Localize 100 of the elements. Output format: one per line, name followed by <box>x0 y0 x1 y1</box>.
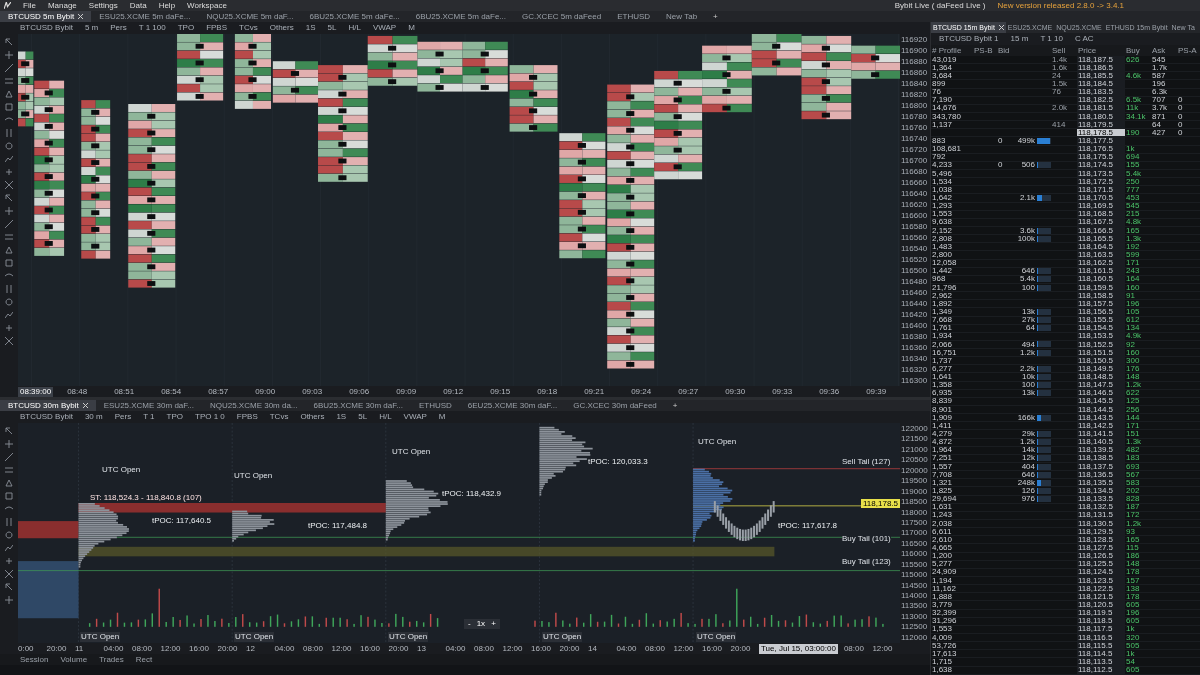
close-icon[interactable] <box>82 403 88 408</box>
zoom-out-button[interactable]: - <box>468 619 471 629</box>
tab[interactable]: 6EU25.XCME 30m daF... <box>459 400 566 411</box>
trend-line-icon[interactable] <box>5 220 13 228</box>
toolbar-button[interactable]: 5L <box>358 413 368 421</box>
trend-line-icon[interactable] <box>5 453 13 461</box>
menu-item[interactable]: Settings <box>88 0 118 11</box>
toolbar-button[interactable]: 1S <box>305 24 316 32</box>
status-toggle[interactable]: Rect <box>135 655 153 664</box>
toolbar-button[interactable]: Others <box>300 413 325 421</box>
toolbar-button[interactable]: T 1 100 <box>138 24 166 32</box>
column-header[interactable]: PS-B <box>974 45 993 55</box>
toolbar-button[interactable]: M <box>438 413 446 421</box>
tab[interactable]: ETHUSD <box>609 11 659 22</box>
zoom-in-button[interactable]: + <box>491 619 496 629</box>
toolbar-button[interactable]: FPBS <box>236 413 258 421</box>
horizontal-lines-icon[interactable] <box>5 77 13 85</box>
toolbar-button[interactable]: M <box>408 24 415 32</box>
toolbar-button[interactable]: BTCUSD Bybit <box>20 413 73 421</box>
cursor-icon[interactable] <box>5 194 13 202</box>
tab[interactable]: 6BU25.XCME 5m daFe... <box>407 11 515 22</box>
vertical-lines-icon[interactable] <box>5 518 13 526</box>
column-header[interactable]: Buy <box>1126 45 1140 55</box>
cursor-icon[interactable] <box>5 583 13 591</box>
cursor-icon[interactable] <box>5 38 13 46</box>
column-header[interactable]: Sell <box>1052 45 1066 55</box>
tab[interactable]: BTCUSD 5m Bybit <box>0 11 92 22</box>
column-header[interactable]: Price <box>1078 45 1097 55</box>
toolbar-button[interactable]: VWAP <box>372 24 397 32</box>
toolbar-button[interactable]: 15 m <box>1010 35 1029 43</box>
tab[interactable]: 6BU25.XCME 30m daF... <box>305 400 411 411</box>
vertical-lines-icon[interactable] <box>5 285 13 293</box>
toolbar-button[interactable]: T 1 10 <box>1040 35 1063 43</box>
plus-icon[interactable] <box>5 324 13 332</box>
add-tab-button[interactable]: + <box>705 11 726 22</box>
cross-icon[interactable] <box>5 337 13 345</box>
zigzag-icon[interactable] <box>5 311 13 319</box>
column-header[interactable]: Bid <box>998 45 1010 55</box>
toolbar-button[interactable]: H/L <box>379 413 392 421</box>
rectangle-icon[interactable] <box>5 103 13 111</box>
tab[interactable]: GC.XCEC 5m daFeed <box>514 11 610 22</box>
tab[interactable]: NQU25.XCME 5m daF... <box>198 11 302 22</box>
update-notice[interactable]: New version released 2.8.0 -> 3.4.1 <box>997 0 1124 11</box>
tab[interactable]: GC.XCEC 30m daFeed <box>565 400 665 411</box>
crosshair-icon[interactable] <box>5 596 13 604</box>
cross-icon[interactable] <box>5 570 13 578</box>
crosshair-icon[interactable] <box>5 51 13 59</box>
toolbar-button[interactable]: Pers <box>110 24 127 32</box>
toolbar-button[interactable]: Pers <box>114 413 132 421</box>
toolbar-button[interactable]: 1S <box>336 413 347 421</box>
add-tab-button[interactable]: + <box>664 399 686 412</box>
toolbar-button[interactable]: 30 m <box>84 413 103 421</box>
triangle-icon[interactable] <box>5 246 13 254</box>
toolbar-button[interactable]: C AC <box>1074 35 1094 43</box>
toolbar-button[interactable]: TCvs <box>269 413 289 421</box>
horizontal-lines-icon[interactable] <box>5 466 13 474</box>
toolbar-button[interactable]: TPO <box>166 413 184 421</box>
close-icon[interactable] <box>998 25 1004 30</box>
status-toggle[interactable]: Volume <box>60 655 88 664</box>
toolbar-button[interactable]: TPO <box>177 24 195 32</box>
trend-line-icon[interactable] <box>5 64 13 72</box>
tab[interactable]: ETHUSD <box>410 400 460 411</box>
toolbar-button[interactable]: 5 m <box>84 24 99 32</box>
tab[interactable]: ESU25.XCME 30m daF... <box>95 400 202 411</box>
column-header[interactable]: Ask <box>1152 45 1166 55</box>
zigzag-icon[interactable] <box>5 544 13 552</box>
toolbar-button[interactable]: T 1 <box>143 413 155 421</box>
rectangle-icon[interactable] <box>5 259 13 267</box>
vertical-lines-icon[interactable] <box>5 129 13 137</box>
tab[interactable]: New Tab <box>658 11 706 22</box>
close-icon[interactable] <box>78 14 84 19</box>
toolbar-button[interactable]: TCvs <box>239 24 258 32</box>
toolbar-button[interactable]: BTCUSD Bybit 1 <box>939 35 999 43</box>
rectangle-icon[interactable] <box>5 492 13 500</box>
toolbar-button[interactable]: BTCUSD Bybit <box>20 24 73 32</box>
zigzag-icon[interactable] <box>5 155 13 163</box>
status-toggle[interactable]: Session <box>20 655 49 664</box>
tab[interactable]: NQU25.XCME 30m da... <box>201 400 306 411</box>
tab[interactable]: BTCUSD 30m Bybit <box>0 400 96 411</box>
menu-item[interactable]: File <box>23 0 36 11</box>
horizontal-lines-icon[interactable] <box>5 233 13 241</box>
menu-item[interactable]: Help <box>158 0 176 11</box>
crosshair-icon[interactable] <box>5 207 13 215</box>
plus-icon[interactable] <box>5 168 13 176</box>
column-header[interactable]: PS-A <box>1178 45 1197 55</box>
tab[interactable]: ESU25.XCME 5m daFe... <box>91 11 199 22</box>
triangle-icon[interactable] <box>5 90 13 98</box>
toolbar-button[interactable]: 5L <box>327 24 337 32</box>
menu-item[interactable]: Data <box>129 0 147 11</box>
toolbar-button[interactable]: H/L <box>348 24 361 32</box>
toolbar-button[interactable]: TPO 1 0 <box>195 413 225 421</box>
plus-icon[interactable] <box>5 557 13 565</box>
toolbar-button[interactable]: Others <box>269 24 294 32</box>
column-header[interactable]: # Profile <box>932 45 962 55</box>
toolbar-button[interactable]: VWAP <box>403 413 427 421</box>
tab[interactable]: 6BU25.XCME 5m daFe... <box>301 11 408 22</box>
triangle-icon[interactable] <box>5 479 13 487</box>
menu-item[interactable]: Manage <box>47 0 77 11</box>
toolbar-button[interactable]: FPBS <box>206 24 228 32</box>
menu-item[interactable]: Workspace <box>187 0 227 11</box>
